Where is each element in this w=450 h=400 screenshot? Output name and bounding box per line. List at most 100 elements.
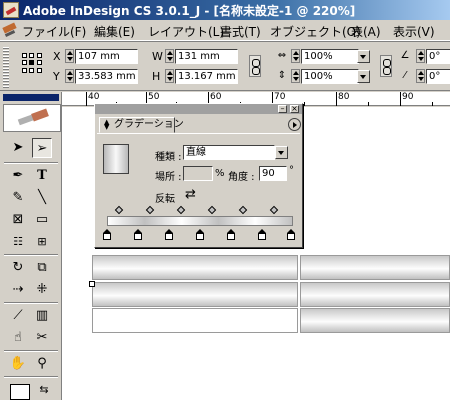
selection-handle[interactable] — [89, 281, 95, 287]
palette-grip[interactable] — [3, 46, 9, 88]
panel-body: 種類 : 直線 場所 : % 角度 : 90 ° 反転 ⇄ — [97, 133, 300, 246]
gradient-frame[interactable] — [300, 308, 450, 333]
scale-tool-icon[interactable]: ⧉ — [32, 258, 52, 278]
menu-edit[interactable]: 編集(E) — [94, 23, 135, 40]
shear-field[interactable]: 0° — [426, 69, 450, 84]
table-tool-icon[interactable]: ☷ — [8, 232, 28, 252]
angle-field[interactable]: 90 — [259, 166, 287, 181]
fill-swatch[interactable] — [10, 384, 30, 400]
w-label: W — [152, 50, 163, 63]
eyedropper-tool-icon[interactable]: ⟋ — [8, 306, 28, 326]
gradient-stop[interactable] — [258, 229, 266, 240]
ruler-label: 60 — [210, 92, 222, 102]
scale-y-spinner[interactable] — [291, 69, 300, 83]
type-tool-icon[interactable]: T — [32, 166, 52, 186]
type-select[interactable]: 直線 — [183, 145, 275, 160]
rectangle-tool-icon[interactable]: ▭ — [32, 210, 52, 230]
scale-y-field[interactable]: 100% — [301, 69, 359, 84]
y-field[interactable]: 33.583 mm — [75, 69, 138, 84]
rectangle-frame-tool-icon[interactable]: ⊠ — [8, 210, 28, 230]
reverse-gradient-icon[interactable]: ⇄ — [185, 187, 196, 202]
h-field[interactable]: 13.167 mm — [175, 69, 238, 84]
ruler-label: 90 — [402, 92, 414, 102]
gradient-midpoint[interactable] — [145, 205, 155, 215]
scissors-tool-icon[interactable]: ✂ — [32, 328, 52, 348]
y-spinner[interactable] — [65, 69, 74, 83]
pencil-tool-icon[interactable]: ✎ — [8, 188, 28, 208]
menu-view[interactable]: 表示(V) — [393, 23, 435, 40]
gradient-stop[interactable] — [227, 229, 235, 240]
gradient-stop[interactable] — [103, 229, 111, 240]
empty-frame[interactable] — [92, 308, 298, 333]
pen-tool-icon[interactable]: ✒ — [8, 166, 28, 186]
gradient-ramp[interactable] — [107, 216, 293, 226]
scale-x-dropdown[interactable] — [357, 50, 370, 63]
button-tool-icon[interactable]: ☝ — [8, 328, 28, 348]
tools-panel: ➤ ➢ ✒ T ✎ ╲ ⊠ ▭ ☷ ⊞ ↻ ⧉ ⇢ ⁜ ⟋ ▥ ☝ ✂ ✋ ⚲ … — [0, 92, 62, 400]
constrain-proportions-icon[interactable] — [249, 55, 261, 77]
zoom-tool-icon[interactable]: ⚲ — [32, 354, 52, 374]
line-tool-icon[interactable]: ╲ — [32, 188, 52, 208]
menu-file[interactable]: ファイル(F) — [22, 23, 86, 40]
document-icon[interactable] — [2, 23, 18, 37]
gradient-frame[interactable] — [300, 255, 450, 280]
panel-menu-button[interactable] — [288, 118, 301, 131]
gradient-tool-icon[interactable]: ▥ — [32, 306, 52, 326]
rotate-tool-icon[interactable]: ↻ — [8, 258, 28, 278]
title-bar: Adobe InDesign CS 3.0.1_J - [名称未設定-1 @ 2… — [0, 0, 450, 20]
direct-selection-tool-icon[interactable]: ➢ — [32, 138, 52, 158]
menu-type[interactable]: 書式(T) — [220, 23, 261, 40]
w-spinner[interactable] — [165, 49, 174, 63]
scale-x-spinner[interactable] — [291, 49, 300, 63]
constrain-scale-icon[interactable] — [380, 55, 392, 77]
gradient-frame[interactable] — [92, 282, 298, 307]
rotate-field[interactable]: 0° — [426, 49, 450, 64]
scale-x-field[interactable]: 100% — [301, 49, 359, 64]
tab-gradient[interactable]: ▲ ▼ グラデーション — [99, 117, 184, 133]
gradient-midpoint[interactable] — [207, 205, 217, 215]
app-icon[interactable] — [3, 2, 19, 18]
gradient-midpoint[interactable] — [238, 205, 248, 215]
x-field[interactable]: 107 mm — [75, 49, 138, 64]
shear-spinner[interactable] — [416, 69, 425, 83]
tools-logo — [3, 104, 61, 132]
scale-y-dropdown[interactable] — [357, 70, 370, 83]
shear-tool-icon[interactable]: ⇢ — [8, 280, 28, 300]
gradient-stop[interactable] — [287, 229, 295, 240]
gradient-frame[interactable] — [300, 282, 450, 307]
grid-tool-icon[interactable]: ⊞ — [32, 232, 52, 252]
x-spinner[interactable] — [65, 49, 74, 63]
gradient-frame[interactable] — [92, 255, 298, 280]
tools-title-bar[interactable] — [3, 94, 59, 101]
ruler-label: 80 — [338, 92, 350, 102]
w-field[interactable]: 131 mm — [175, 49, 238, 64]
menu-table[interactable]: 表(A) — [351, 23, 381, 40]
type-dropdown[interactable] — [275, 146, 288, 159]
selection-tool-icon[interactable]: ➤ — [8, 138, 28, 158]
shear-angle-icon: ⁄ — [404, 70, 406, 81]
h-spinner[interactable] — [165, 69, 174, 83]
location-field[interactable] — [183, 166, 213, 181]
ruler-label: 70 — [274, 92, 286, 102]
panel-minimize-button[interactable]: – — [278, 105, 287, 113]
gradient-stop[interactable] — [165, 229, 173, 240]
swap-colors-icon[interactable]: ⇆ — [34, 380, 54, 400]
gradient-stop[interactable] — [134, 229, 142, 240]
panel-close-button[interactable]: × — [290, 105, 299, 113]
gradient-stop[interactable] — [196, 229, 204, 240]
gradient-midpoint[interactable] — [114, 205, 124, 215]
rotate-spinner[interactable] — [416, 49, 425, 63]
degree-label: ° — [289, 165, 294, 176]
menu-object[interactable]: オブジェクト(O) — [270, 23, 361, 40]
menu-layout[interactable]: レイアウト(L) — [148, 23, 224, 40]
rotate-angle-icon: ∠ — [400, 50, 410, 61]
gradient-preview-swatch — [103, 144, 129, 174]
location-label: 場所 : — [155, 172, 182, 183]
hand-tool-icon[interactable]: ✋ — [8, 354, 28, 374]
free-transform-tool-icon[interactable]: ⁜ — [32, 280, 52, 300]
ruler-label: 50 — [148, 92, 160, 102]
reference-point-selector[interactable] — [22, 53, 42, 73]
panel-title-bar[interactable] — [95, 104, 302, 114]
gradient-midpoint[interactable] — [176, 205, 186, 215]
gradient-midpoint[interactable] — [269, 205, 279, 215]
